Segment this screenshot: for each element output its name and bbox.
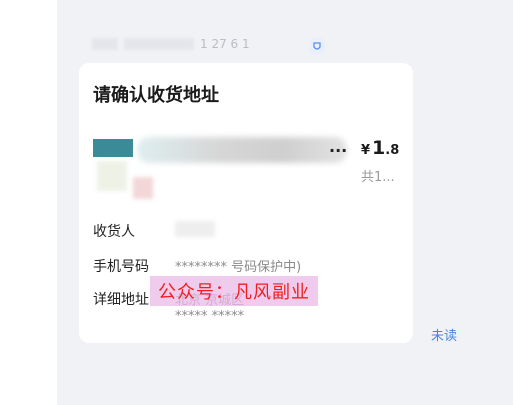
phone-label: 手机号码 — [93, 259, 149, 275]
card-title: 请确认收货地址 — [93, 85, 219, 106]
price-symbol: ¥ — [361, 143, 371, 158]
product-name-ellipsis: ... — [329, 137, 348, 156]
receiver-value-blurred — [175, 221, 215, 237]
product-quantity: 共1... — [361, 170, 395, 185]
sender-detail-blur — [124, 38, 194, 50]
price-integer: 1 — [372, 137, 386, 159]
address-line-2: ***** ***** — [175, 309, 245, 324]
sender-info: 1 27 6 1 — [92, 34, 312, 54]
address-label: 详细地址 — [93, 292, 149, 308]
privacy-mask-icon[interactable] — [309, 38, 325, 54]
sender-time: 1 27 6 1 — [200, 37, 250, 51]
product-name-blurred — [137, 137, 347, 163]
watermark-overlay: 公众号：凡风副业 — [150, 276, 318, 306]
unread-status: 未读 — [431, 329, 458, 344]
receiver-label: 收货人 — [93, 224, 135, 240]
price-decimal: .8 — [385, 143, 400, 158]
phone-value: ******** 号码保护中) — [175, 260, 302, 275]
sender-name-blur — [92, 38, 118, 50]
product-price: ¥ 1 .8 — [361, 137, 399, 159]
